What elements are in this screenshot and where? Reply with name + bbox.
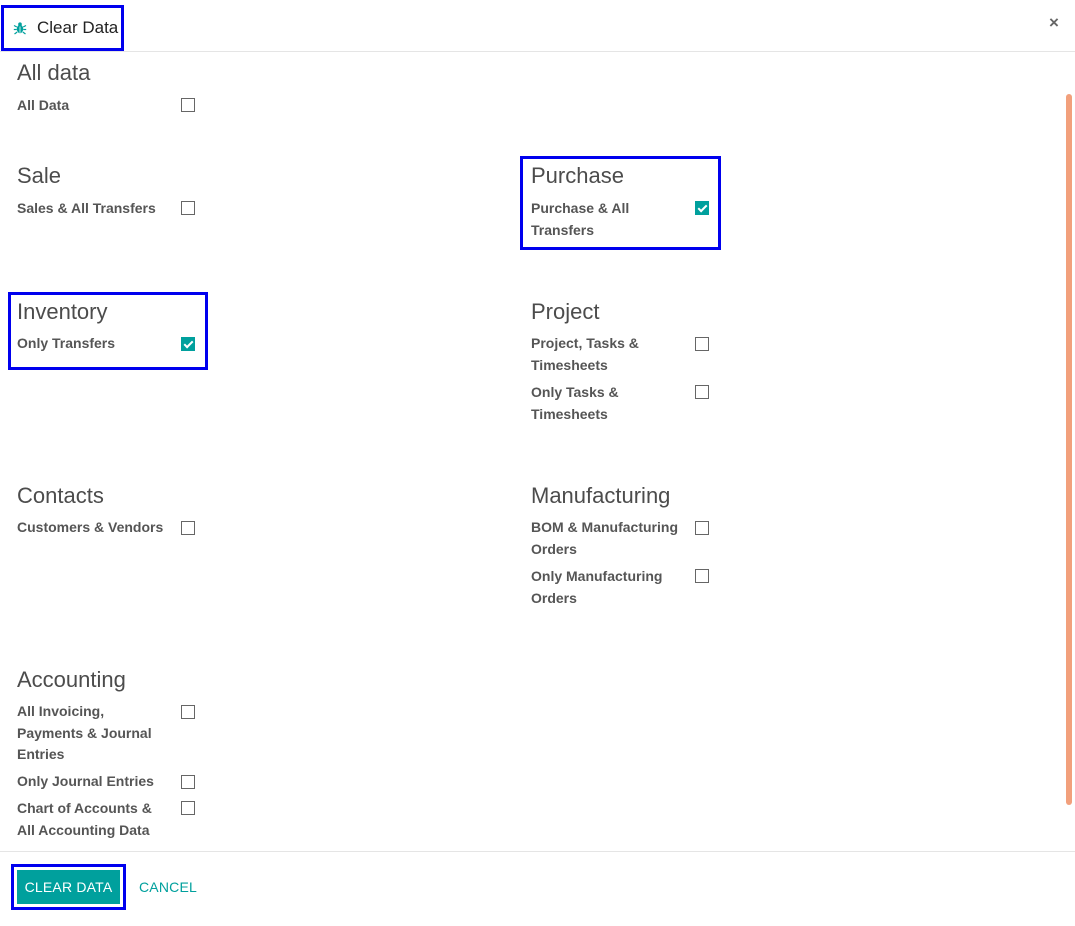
checkbox-only-journal-entries[interactable] — [181, 775, 195, 789]
checkbox-all-data[interactable] — [181, 98, 195, 112]
option-label-customers-vendors: Customers & Vendors — [17, 519, 164, 535]
checkbox-bom-manufacturing-orders[interactable] — [695, 521, 709, 535]
option-label-project-tasks-timesheets: Project, Tasks & Timesheets — [531, 335, 639, 373]
dialog-header: Clear Data × — [0, 0, 1075, 52]
cancel-button[interactable]: CANCEL — [139, 879, 197, 895]
dialog-footer: CLEAR DATA CANCEL — [0, 851, 1075, 926]
dialog-title-box: Clear Data — [1, 5, 124, 51]
section-title-manufacturing: Manufacturing — [531, 483, 671, 508]
checkbox-chart-of-accounts[interactable] — [181, 801, 195, 815]
dialog-title: Clear Data — [37, 18, 119, 37]
checkbox-only-transfers[interactable] — [181, 337, 195, 351]
option-label-bom-manufacturing-orders: BOM & Manufacturing Orders — [531, 519, 678, 557]
section-title-inventory: Inventory — [17, 299, 108, 324]
option-label-only-tasks-timesheets: Only Tasks & Timesheets — [531, 384, 619, 422]
section-title-project: Project — [531, 299, 600, 324]
option-label-only-manufacturing-orders: Only Manufacturing Orders — [531, 568, 663, 606]
option-label-purchase-all-transfers: Purchase & All Transfers — [531, 200, 630, 238]
option-label-sales-all-transfers: Sales & All Transfers — [17, 200, 156, 216]
checkbox-only-manufacturing-orders[interactable] — [695, 569, 709, 583]
option-label-only-journal-entries: Only Journal Entries — [17, 773, 154, 789]
option-label-chart-of-accounts: Chart of Accounts & All Accounting Data — [17, 800, 152, 838]
section-title-purchase: Purchase — [531, 163, 624, 188]
bug-icon — [13, 22, 27, 35]
scrollbar[interactable] — [1066, 94, 1072, 805]
section-title-contacts: Contacts — [17, 483, 104, 508]
checkbox-customers-vendors[interactable] — [181, 521, 195, 535]
clear-data-button[interactable]: CLEAR DATA — [17, 870, 120, 904]
section-title-all-data: All data — [17, 60, 91, 85]
close-icon[interactable]: × — [1049, 13, 1059, 33]
section-title-sale: Sale — [17, 163, 62, 188]
checkbox-purchase-all-transfers[interactable] — [695, 201, 709, 215]
checkbox-only-tasks-timesheets[interactable] — [695, 385, 709, 399]
checkbox-all-invoicing[interactable] — [181, 705, 195, 719]
clear-data-button-highlight: CLEAR DATA — [11, 864, 126, 910]
option-label-all-invoicing: All Invoicing, Payments & Journal Entrie… — [17, 703, 152, 762]
checkbox-project-tasks-timesheets[interactable] — [695, 337, 709, 351]
section-title-accounting: Accounting — [17, 667, 126, 692]
option-label-only-transfers: Only Transfers — [17, 335, 116, 351]
option-label-all-data: All Data — [17, 97, 70, 113]
checkbox-sales-all-transfers[interactable] — [181, 201, 195, 215]
